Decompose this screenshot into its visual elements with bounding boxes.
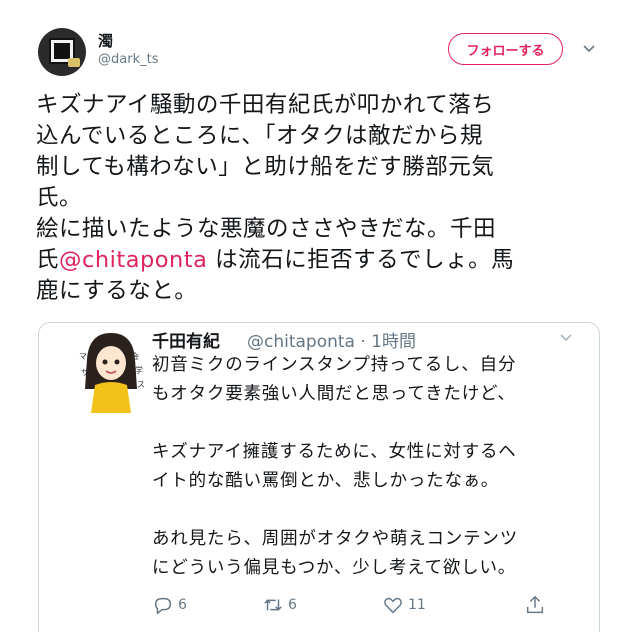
quoted-tweet[interactable]: 会 学 ス マ ザ 千田有紀 @chitaponta · 1時間 初音ミクのライ… [38,322,600,632]
like-count: 11 [408,597,426,613]
reply-count: 6 [178,597,187,613]
quoted-text-line: 初音ミクのラインスタンプ持ってるし、自分 [152,355,517,375]
svg-text:ザ: ザ [81,368,89,377]
text-fragment: は流石に拒否するでしょ。馬 [207,247,515,273]
quoted-author-avatar[interactable]: 会 学 ス マ ザ [77,329,149,425]
chevron-down-icon[interactable] [582,42,596,56]
tweet-actions: 6 6 11 [152,593,572,623]
svg-text:会: 会 [131,351,139,361]
tweet-card: 濁 @dark_ts フォローする キズナアイ騒動の千田有紀氏が叩かれて落ち 込… [0,0,623,632]
reply-button[interactable]: 6 [152,593,187,617]
quoted-text-line: イト的な酷い罵倒とか、悲しかったなぁ。 [152,471,499,491]
text-fragment: 氏 [36,247,60,273]
quoted-text-line [152,496,592,525]
svg-text:マ: マ [79,352,87,361]
svg-text:学: 学 [135,365,143,375]
quoted-text-line [152,409,592,438]
quoted-author-handle[interactable]: @chitaponta · 1時間 [247,327,416,352]
quoted-text-line: あれ見たら、周囲がオタクや萌えコンテンツ [152,529,518,549]
chevron-down-icon[interactable] [559,331,573,345]
tweet-text-line: 鹿にするなと。 [36,278,198,304]
retweet-button[interactable]: 6 [262,593,297,617]
retweet-icon [264,599,282,611]
heart-icon [384,597,402,614]
like-button[interactable]: 11 [382,593,426,617]
retweet-count: 6 [288,597,297,613]
quoted-tweet-text: 初音ミクのラインスタンプ持ってるし、自分 もオタク要素強い人間だと思ってきたけど… [152,351,592,583]
reply-icon [154,597,172,615]
tweet-text-line: 氏@chitaponta は流石に拒否するでしょ。馬 [36,245,596,276]
tweet-text-line: キズナアイ騒動の千田有紀氏が叩かれて落ち [36,92,495,118]
tweet-text: キズナアイ騒動の千田有紀氏が叩かれて落ち 込んでいるところに、「オタクは敵だから… [36,90,596,307]
quoted-text-line: にどういう偏見もつか、少し考えて欲しい。 [152,558,517,578]
tweet-text-line: 込んでいるところに、「オタクは敵だから規 [36,123,483,149]
tweet-text-line: 氏。 [36,185,83,211]
author-handle[interactable]: @dark_ts [98,52,158,67]
share-button[interactable] [524,593,550,617]
quoted-text-line: もオタク要素強い人間だと思ってきたけど、 [152,384,516,404]
share-icon [526,595,544,614]
svg-text:ス: ス [137,380,145,389]
quoted-text-line: キズナアイ擁護するために、女性に対するヘ [152,442,517,462]
quoted-author-name[interactable]: 千田有紀 [152,327,220,352]
author-name[interactable]: 濁 [98,30,113,51]
tweet-text-line: 制しても構わない」と助け船をだす勝部元気 [36,154,495,180]
tweet-text-line: 絵に描いたような悪魔のささやきだな。千田 [36,216,497,242]
mention-link[interactable]: @chitaponta [59,247,207,273]
follow-button[interactable]: フォローする [448,33,563,65]
author-avatar[interactable] [38,28,86,76]
